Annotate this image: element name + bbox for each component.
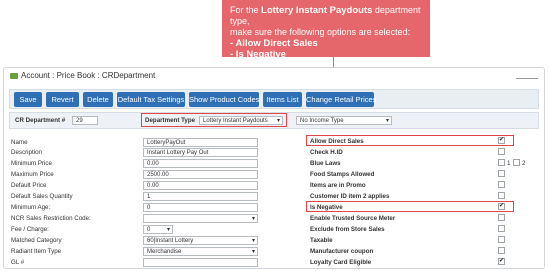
callout-option-2: - Is Negative xyxy=(230,49,286,60)
loyalty-card-eligible-label: Loyalty Card Eligible xyxy=(310,259,372,266)
radiant-item-type-label: Radiant Item Type xyxy=(11,248,62,255)
trusted-source-meter-checkbox[interactable] xyxy=(498,214,505,221)
gl-number-input[interactable] xyxy=(143,258,258,267)
blue-laws-2-label: 2 xyxy=(522,160,526,167)
department-type-highlight xyxy=(141,113,287,127)
change-retail-prices-button[interactable]: Change Retail Prices xyxy=(306,92,376,107)
manufacturer-coupon-label: Manufacturer coupon xyxy=(310,248,374,255)
fee-charge-select[interactable]: 0 xyxy=(143,225,173,234)
fee-charge-label: Fee / Charge: xyxy=(11,226,49,233)
default-price-label: Default Price xyxy=(11,182,47,189)
name-label: Name xyxy=(11,139,28,146)
radiant-item-type-select[interactable]: Merchandise xyxy=(143,247,258,256)
manufacturer-coupon-checkbox[interactable] xyxy=(498,247,505,254)
taxable-label: Taxable xyxy=(310,237,333,244)
crdepartment-panel: Account : Price Book : CRDepartment Save… xyxy=(3,67,545,269)
gl-number-label: GL # xyxy=(11,259,25,266)
matched-category-select[interactable]: 60|Instant Lottery xyxy=(143,236,258,245)
cr-department-input[interactable]: 29 xyxy=(72,116,98,125)
exclude-store-sales-label: Exclude from Store Sales xyxy=(310,226,385,233)
food-stamps-label: Food Stamps Allowed xyxy=(310,171,375,178)
blue-laws-1-checkbox[interactable] xyxy=(498,159,505,166)
minimum-price-input[interactable]: 0.00 xyxy=(143,159,258,168)
callout-pointer xyxy=(333,57,334,67)
callout-option-1: - Allow Direct Sales xyxy=(230,38,318,49)
ncr-sales-restriction-select[interactable] xyxy=(143,214,258,223)
description-input[interactable]: Instant Lottery Pay Out xyxy=(143,148,258,157)
show-product-codes-button[interactable]: Show Product Codes xyxy=(189,92,259,107)
callout-dept-type: Lottery Instant Paydouts xyxy=(261,5,373,16)
blue-laws-1-label: 1 xyxy=(507,160,511,167)
maximum-price-label: Maximum Price xyxy=(11,171,54,178)
customer-id-item-checkbox[interactable] xyxy=(498,192,505,199)
trusted-source-meter-label: Enable Trusted Source Meter xyxy=(310,215,396,222)
minimum-age-label: Minimum Age: xyxy=(11,204,51,211)
minimum-price-label: Minimum Price xyxy=(11,160,52,167)
default-sales-quantity-label: Default Sales Quantity xyxy=(11,193,73,200)
customer-id-item-label: Customer ID item 2 applies xyxy=(310,193,390,200)
callout-text-1: For the xyxy=(230,5,259,15)
filter-bar: CR Department # 29 Department Type Lotte… xyxy=(9,112,539,129)
name-input[interactable]: LotteryPayOut xyxy=(143,138,258,147)
check-hid-label: Check H.ID xyxy=(310,149,343,156)
loyalty-card-eligible-checkbox[interactable]: ✔ xyxy=(498,258,505,265)
default-sales-quantity-input[interactable]: 1 xyxy=(143,192,258,201)
check-hid-checkbox[interactable] xyxy=(498,148,505,155)
account-icon xyxy=(10,72,18,79)
delete-button[interactable]: Delete xyxy=(83,92,113,107)
allow-direct-sales-checkbox[interactable]: ✔ xyxy=(498,137,505,144)
items-list-button[interactable]: Items List xyxy=(263,92,302,107)
toolbar: Save Revert Delete Default Tax Settings … xyxy=(9,89,539,109)
taxable-checkbox[interactable] xyxy=(498,236,505,243)
is-negative-checkbox[interactable]: ✔ xyxy=(498,203,505,210)
instruction-callout: For the Lottery Instant Paydouts departm… xyxy=(222,0,430,60)
exclude-store-sales-checkbox[interactable] xyxy=(498,225,505,232)
matched-category-label: Matched Category xyxy=(11,237,62,244)
minimum-age-input[interactable]: 0 xyxy=(143,203,258,212)
cr-department-label: CR Department # xyxy=(15,117,66,124)
default-price-input[interactable]: 0.00 xyxy=(143,181,258,190)
blue-laws-label: Blue Laws xyxy=(310,160,341,167)
callout-text-2: make sure the following options are sele… xyxy=(230,27,411,37)
income-type-select[interactable]: No Income Type xyxy=(296,116,392,125)
save-button[interactable]: Save xyxy=(14,92,42,107)
maximum-price-input[interactable]: 2500.00 xyxy=(143,170,258,179)
items-in-promo-checkbox[interactable] xyxy=(498,181,505,188)
default-tax-settings-button[interactable]: Default Tax Settings xyxy=(117,92,185,107)
items-in-promo-label: Items are in Promo xyxy=(310,182,366,189)
is-negative-label: Is Negative xyxy=(310,204,343,211)
food-stamps-checkbox[interactable] xyxy=(498,170,505,177)
allow-direct-sales-label: Allow Direct Sales xyxy=(310,138,364,145)
blue-laws-2-checkbox[interactable] xyxy=(513,159,520,166)
ncr-sales-restriction-label: NCR Sales Restriction Code: xyxy=(11,215,91,222)
window-title: Account : Price Book : CRDepartment xyxy=(10,71,155,80)
description-label: Description xyxy=(11,149,42,156)
title-rule xyxy=(516,78,538,79)
revert-button[interactable]: Revert xyxy=(46,92,79,107)
